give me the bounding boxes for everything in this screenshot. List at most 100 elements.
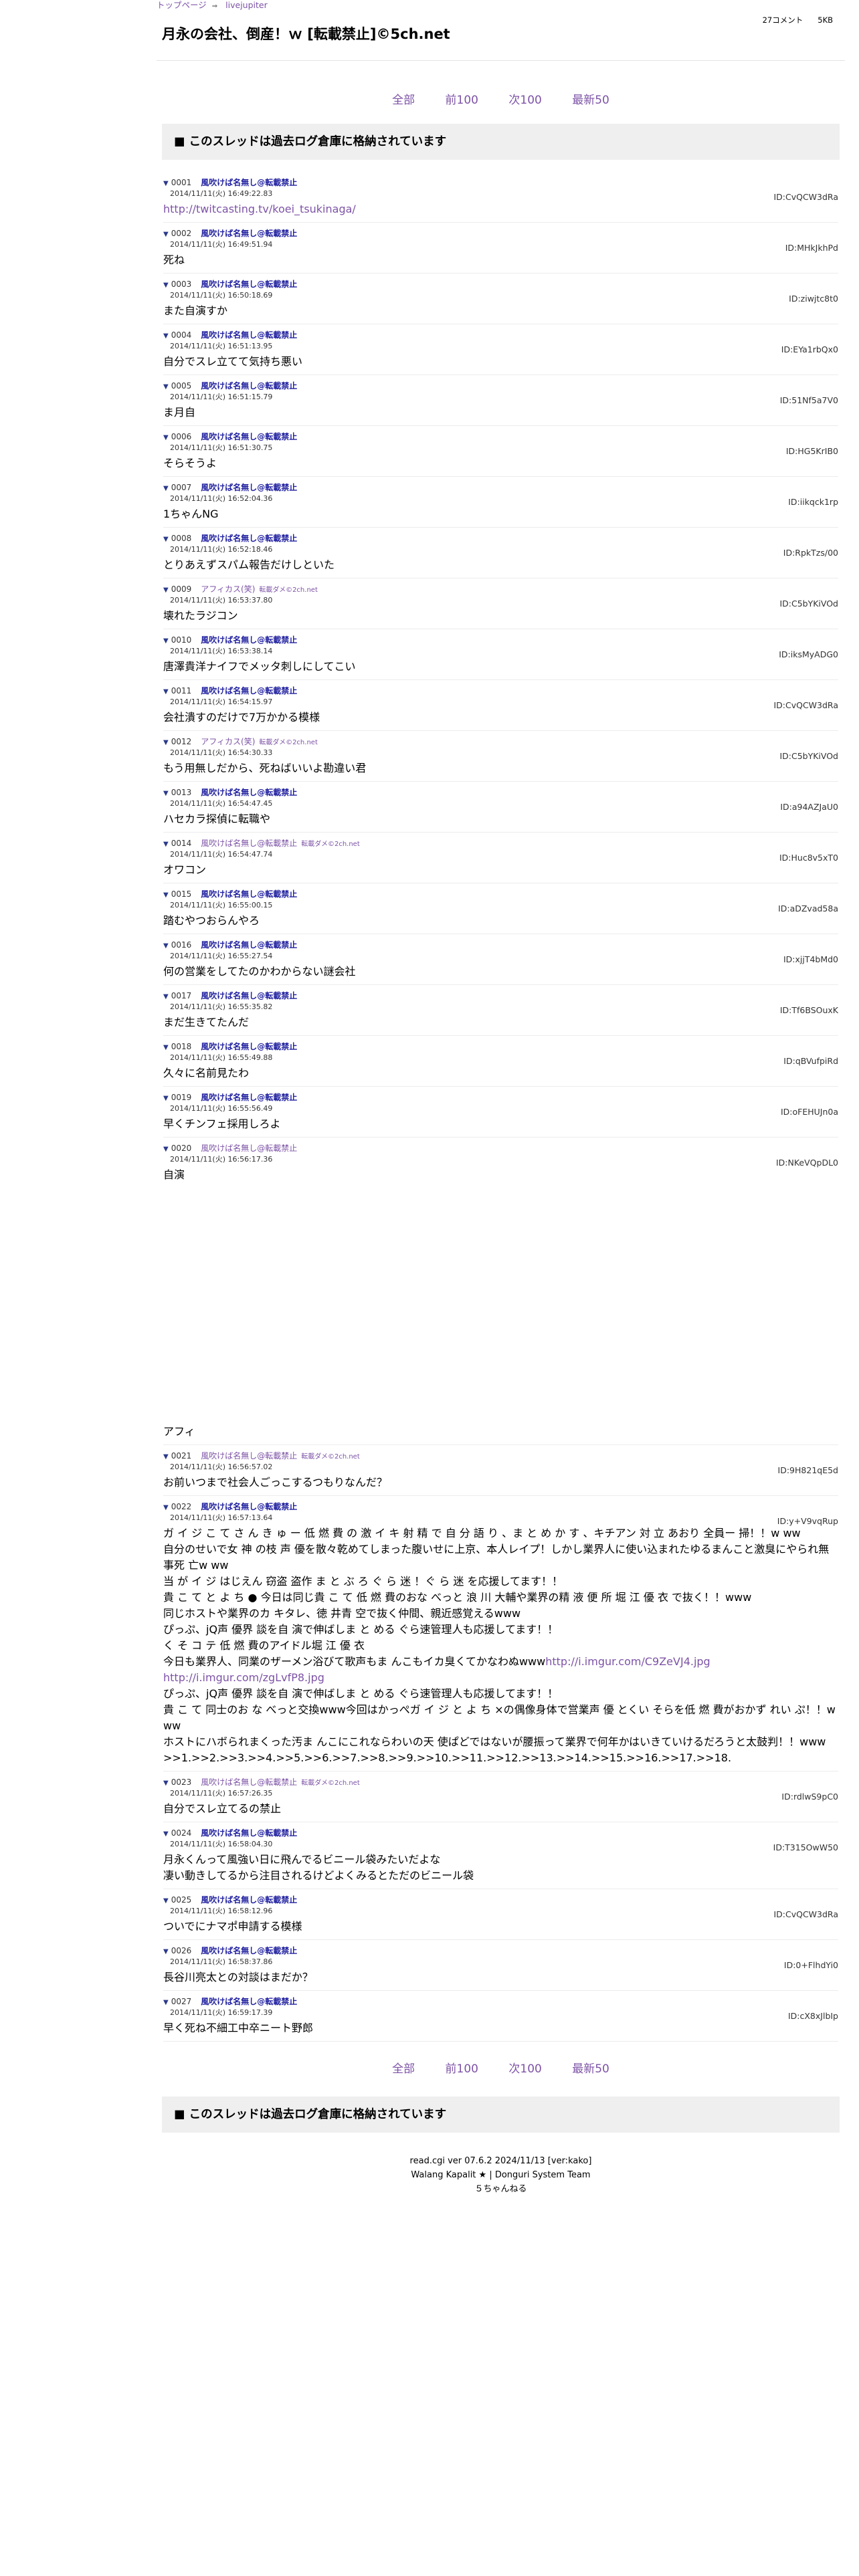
post-0009: ▼ 0009 アフィカス(笑) 転載ダメ©2ch.net 2014/11/11(火) 1… [163, 578, 838, 629]
post-number[interactable]: 0021 [171, 1451, 192, 1461]
poster-id[interactable]: ID:xjjT4bMd0 [783, 954, 838, 964]
expand-triangle-icon[interactable]: ▼ [163, 1897, 169, 1905]
poster-id[interactable]: ID:C5bYKiVOd [779, 599, 838, 609]
poster-tag: 転載ダメ©2ch.net [259, 739, 318, 746]
poster-id[interactable]: ID:cX8xJlbIp [788, 2011, 838, 2021]
poster-id[interactable]: ID:T315OwW50 [773, 1842, 838, 1852]
poster-id[interactable]: ID:Huc8v5xT0 [779, 853, 838, 863]
post-number[interactable]: 0020 [171, 1144, 192, 1153]
expand-triangle-icon[interactable]: ▼ [163, 1044, 169, 1051]
poster-id[interactable]: ID:iikqck1rp [788, 497, 838, 507]
post-number[interactable]: 0024 [171, 1828, 192, 1838]
expand-triangle-icon[interactable]: ▼ [163, 1999, 169, 2006]
post-number[interactable]: 0005 [171, 381, 192, 391]
post-number[interactable]: 0018 [171, 1042, 192, 1051]
expand-triangle-icon[interactable]: ▼ [163, 1830, 169, 1838]
post-number[interactable]: 0022 [171, 1502, 192, 1511]
nav-all-link[interactable]: 全部 [392, 94, 415, 107]
expand-triangle-icon[interactable]: ▼ [163, 841, 169, 848]
poster-name: 風吹けば名無し@転載禁止 [201, 432, 298, 441]
poster-id[interactable]: ID:HG5KrIB0 [786, 446, 838, 456]
post-number[interactable]: 0027 [171, 1997, 192, 2006]
poster-id[interactable]: ID:RpkTzs/00 [783, 548, 838, 558]
poster-id[interactable]: ID:EYa1rbQx0 [781, 344, 838, 354]
poster-id[interactable]: ID:CvQCW3dRa [773, 700, 838, 710]
poster-id[interactable]: ID:NKeVQpDL0 [776, 1158, 838, 1168]
expand-triangle-icon[interactable]: ▼ [163, 1095, 169, 1102]
expand-triangle-icon[interactable]: ▼ [163, 1146, 169, 1153]
poster-id[interactable]: ID:MHkJkhPd [785, 243, 838, 253]
expand-triangle-icon[interactable]: ▼ [163, 942, 169, 950]
poster-id[interactable]: ID:Tf6BSOuxK [780, 1005, 838, 1015]
poster-id[interactable]: ID:oFEHUJn0a [781, 1107, 838, 1117]
expand-triangle-icon[interactable]: ▼ [163, 180, 169, 187]
post-number[interactable]: 0002 [171, 229, 192, 238]
nav-prev100-link[interactable]: 前100 [446, 2062, 478, 2076]
post-link[interactable]: http://twitcasting.tv/koei_tsukinaga/ [163, 203, 356, 215]
post-number[interactable]: 0013 [171, 788, 192, 797]
expand-triangle-icon[interactable]: ▼ [163, 688, 169, 695]
post-number[interactable]: 0004 [171, 330, 192, 340]
expand-triangle-icon[interactable]: ▼ [163, 586, 169, 594]
post-number[interactable]: 0026 [171, 1946, 192, 1955]
poster-id[interactable]: ID:ziwjtc8t0 [789, 294, 838, 304]
post-number[interactable]: 0007 [171, 483, 192, 492]
poster-id[interactable]: ID:qBVufpiRd [783, 1056, 838, 1066]
expand-triangle-icon[interactable]: ▼ [163, 332, 169, 340]
post-number[interactable]: 0009 [171, 584, 192, 594]
poster-id[interactable]: ID:a94AZJaU0 [780, 802, 838, 812]
expand-triangle-icon[interactable]: ▼ [163, 1504, 169, 1511]
expand-triangle-icon[interactable]: ▼ [163, 383, 169, 391]
breadcrumb-home-link[interactable]: トップページ [157, 0, 207, 10]
poster-id[interactable]: ID:y+V9vqRup [777, 1516, 838, 1526]
post-date: 2014/11/11(火) 16:53:38.14 [170, 647, 273, 655]
post-number[interactable]: 0010 [171, 635, 192, 645]
nav-next100-link[interactable]: 次100 [508, 94, 541, 107]
post-text: 早く死ね不細工中卒ニート野郎 [163, 2022, 314, 2034]
expand-triangle-icon[interactable]: ▼ [163, 739, 169, 746]
post-number[interactable]: 0001 [171, 178, 192, 187]
post-number[interactable]: 0016 [171, 940, 192, 950]
poster-id[interactable]: ID:51Nf5a7V0 [780, 395, 838, 405]
post-number[interactable]: 0012 [171, 737, 192, 746]
post-number[interactable]: 0014 [171, 839, 192, 848]
expand-triangle-icon[interactable]: ▼ [163, 536, 169, 543]
post-number[interactable]: 0011 [171, 686, 192, 695]
post-number[interactable]: 0025 [171, 1895, 192, 1905]
post-number[interactable]: 0003 [171, 280, 192, 289]
poster-id[interactable]: ID:0+FlhdYi0 [784, 1960, 838, 1970]
post-number[interactable]: 0008 [171, 534, 192, 543]
post-number[interactable]: 0017 [171, 991, 192, 1000]
post-number[interactable]: 0006 [171, 432, 192, 441]
post-0015: ▼ 0015 風吹けば名無し@転載禁止 2014/11/11(火) 16:55:00.… [163, 883, 838, 934]
post-header: ▼ 0006 風吹けば名無し@転載禁止 [163, 431, 838, 443]
expand-triangle-icon[interactable]: ▼ [163, 790, 169, 797]
poster-id[interactable]: ID:rdlwS9pC0 [781, 1792, 838, 1802]
post-number[interactable]: 0015 [171, 889, 192, 899]
nav-all-link[interactable]: 全部 [392, 2062, 415, 2076]
poster-id[interactable]: ID:C5bYKiVOd [779, 751, 838, 761]
poster-id[interactable]: ID:aDZvad58a [778, 903, 838, 914]
expand-triangle-icon[interactable]: ▼ [163, 993, 169, 1000]
expand-triangle-icon[interactable]: ▼ [163, 231, 169, 238]
expand-triangle-icon[interactable]: ▼ [163, 891, 169, 899]
expand-triangle-icon[interactable]: ▼ [163, 485, 169, 492]
expand-triangle-icon[interactable]: ▼ [163, 637, 169, 645]
expand-triangle-icon[interactable]: ▼ [163, 1948, 169, 1955]
nav-next100-link[interactable]: 次100 [508, 2062, 541, 2076]
poster-id[interactable]: ID:9H821qE5d [778, 1465, 838, 1475]
poster-id[interactable]: ID:CvQCW3dRa [773, 192, 838, 202]
post-number[interactable]: 0019 [171, 1093, 192, 1102]
nav-prev100-link[interactable]: 前100 [446, 94, 478, 107]
post-header: ▼ 0010 風吹けば名無し@転載禁止 [163, 634, 838, 646]
post-number[interactable]: 0023 [171, 1778, 192, 1787]
poster-id[interactable]: ID:CvQCW3dRa [773, 1909, 838, 1919]
nav-latest50-link[interactable]: 最新50 [572, 2062, 609, 2076]
poster-id[interactable]: ID:iksMyADG0 [779, 649, 838, 659]
expand-triangle-icon[interactable]: ▼ [163, 434, 169, 441]
expand-triangle-icon[interactable]: ▼ [163, 282, 169, 289]
expand-triangle-icon[interactable]: ▼ [163, 1453, 169, 1461]
breadcrumb-board-link[interactable]: livejupiter [225, 0, 268, 10]
nav-latest50-link[interactable]: 最新50 [572, 94, 609, 107]
expand-triangle-icon[interactable]: ▼ [163, 1780, 169, 1787]
